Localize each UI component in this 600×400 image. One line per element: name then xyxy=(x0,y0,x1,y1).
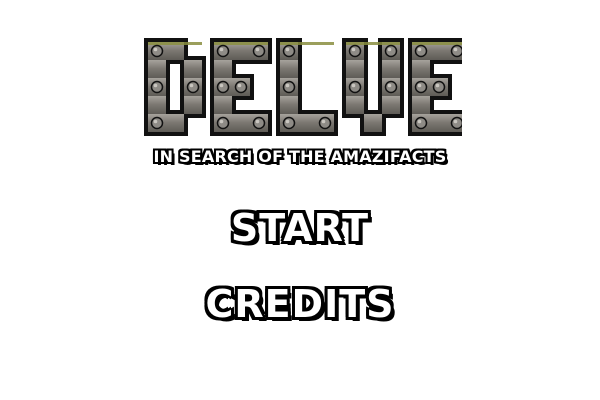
logo-rivet xyxy=(216,116,230,130)
logo-rivet xyxy=(384,44,398,58)
logo-rivet xyxy=(150,116,164,130)
logo-rivet xyxy=(216,44,230,58)
logo-rivet xyxy=(234,80,248,94)
logo-rivet xyxy=(150,44,164,58)
credits-button[interactable]: CREDITS xyxy=(0,278,600,330)
logo-letter-v-3 xyxy=(342,38,404,136)
logo-rivet xyxy=(282,116,296,130)
logo-letter-e-4 xyxy=(408,38,462,136)
logo-rivet xyxy=(216,80,230,94)
logo-rivet xyxy=(414,116,428,130)
logo-letter-l-2 xyxy=(276,38,338,136)
logo-rivet xyxy=(252,116,266,130)
logo-rivet xyxy=(348,80,362,94)
logo-letters xyxy=(144,38,462,136)
game-subtitle: IN SEARCH OF THE AMAZIFACTS xyxy=(153,147,447,166)
logo-rivet xyxy=(450,44,462,58)
logo-rivet xyxy=(318,116,332,130)
logo-rivet xyxy=(414,80,428,94)
game-logo xyxy=(140,36,462,136)
logo-rivet xyxy=(252,44,266,58)
logo-rivet xyxy=(150,80,164,94)
logo-rivet xyxy=(450,116,462,130)
logo-letter-d-0 xyxy=(144,38,206,136)
logo-rivet xyxy=(186,80,200,94)
logo-letter-e-1 xyxy=(210,38,272,136)
start-button[interactable]: START xyxy=(0,202,600,254)
logo-rivet xyxy=(348,44,362,58)
logo-rivet xyxy=(282,44,296,58)
logo-rivet xyxy=(384,80,398,94)
logo-rivet xyxy=(282,80,296,94)
logo-rivet xyxy=(432,80,446,94)
logo-rivet xyxy=(414,44,428,58)
